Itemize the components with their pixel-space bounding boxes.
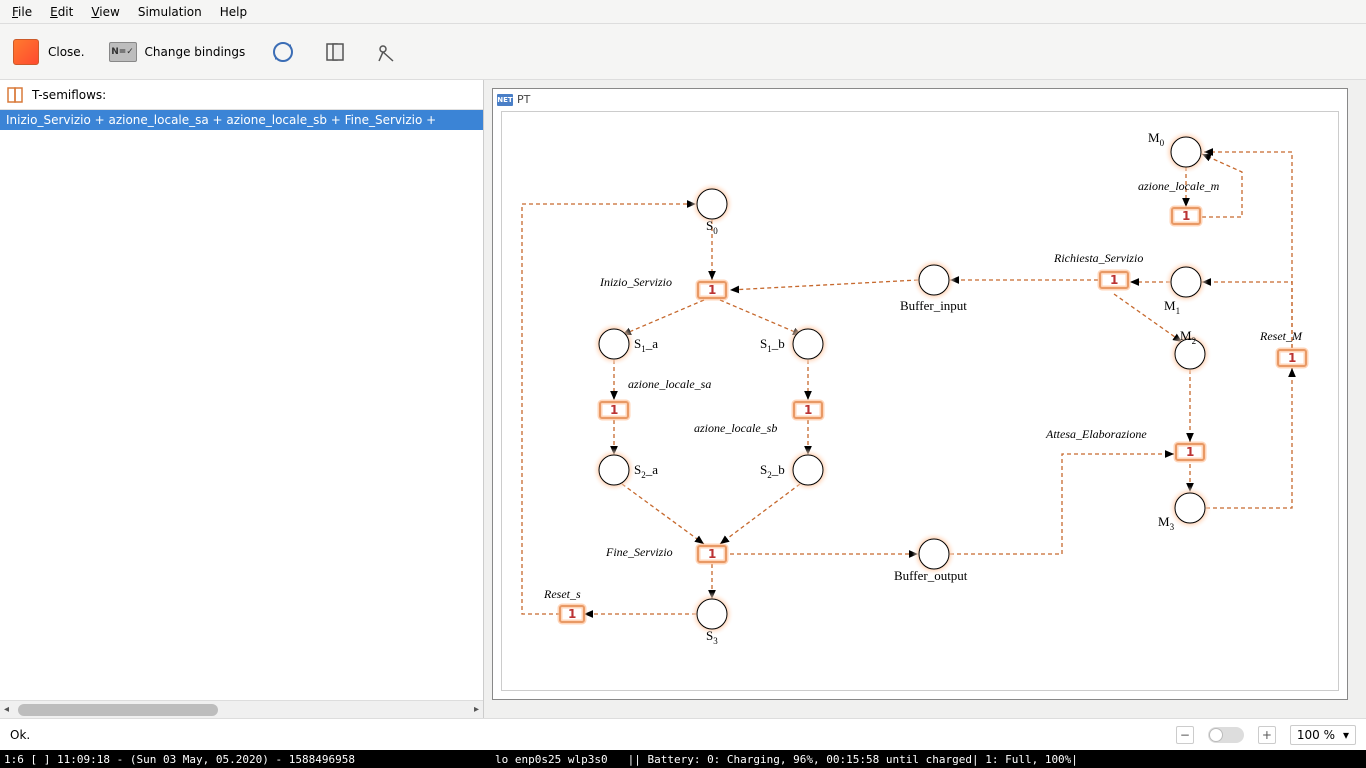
left-panel-title: T-semiflows:	[32, 88, 106, 102]
transition-resets: 1 Reset_s	[543, 587, 584, 622]
refresh-icon	[269, 38, 297, 66]
change-bindings-button[interactable]: N=✓ Change bindings	[109, 38, 246, 66]
place-M2: M2	[1168, 328, 1212, 376]
svg-text:Inizio_Servizio: Inizio_Servizio	[599, 275, 672, 289]
right-panel: NET PT	[484, 80, 1366, 718]
zoom-value: 100 %	[1297, 728, 1335, 742]
toolbar: Close. N=✓ Change bindings	[0, 24, 1366, 80]
menu-help[interactable]: Help	[212, 3, 255, 21]
bindings-label: Change bindings	[145, 45, 246, 59]
main-area: T-semiflows: Inizio_Servizio + azione_lo…	[0, 80, 1366, 718]
svg-text:Reset_s: Reset_s	[543, 587, 581, 601]
net-canvas[interactable]: S0 S1_a S1_b S2_a S2_b S3 Buffer_input B…	[501, 111, 1339, 691]
place-M1: M1	[1164, 260, 1208, 316]
transition-inizio: 1 Inizio_Servizio	[599, 275, 726, 298]
chevron-down-icon: ▾	[1343, 728, 1349, 742]
svg-text:Fine_Servizio: Fine_Servizio	[605, 545, 673, 559]
petri-net-svg: S0 S1_a S1_b S2_a S2_b S3 Buffer_input B…	[502, 112, 1322, 672]
svg-text:1: 1	[610, 403, 618, 417]
system-mid: lo enp0s25 wlp3s0	[495, 753, 608, 766]
status-text: Ok.	[10, 728, 30, 742]
place-S1a: S1_a	[592, 322, 658, 366]
system-right: || Battery: 0: Charging, 96%, 00:15:58 u…	[628, 753, 1078, 766]
compass-icon	[373, 38, 401, 66]
svg-text:M0: M0	[1148, 130, 1165, 148]
tool-refresh[interactable]	[269, 38, 297, 66]
menu-edit[interactable]: Edit	[42, 3, 81, 21]
svg-text:S1_b: S1_b	[760, 336, 785, 354]
left-panel-header: T-semiflows:	[0, 80, 483, 110]
transition-asa: 1 azione_locale_sa	[600, 377, 711, 418]
menu-file[interactable]: File	[4, 3, 40, 21]
scroll-thumb[interactable]	[18, 704, 218, 716]
svg-text:azione_locale_m: azione_locale_m	[1138, 179, 1220, 193]
svg-text:1: 1	[568, 607, 576, 621]
svg-text:1: 1	[1182, 209, 1190, 223]
menu-simulation[interactable]: Simulation	[130, 3, 210, 21]
place-S0: S0	[690, 182, 734, 236]
transition-asb: 1 azione_locale_sb	[694, 402, 822, 435]
svg-text:azione_locale_sb: azione_locale_sb	[694, 421, 777, 435]
transition-richiesta: 1 Richiesta_Servizio	[1053, 251, 1143, 288]
zoom-select[interactable]: 100 % ▾	[1290, 725, 1356, 745]
canvas-title-bar: NET PT	[497, 93, 530, 106]
scroll-left-icon[interactable]: ◂	[4, 704, 9, 715]
svg-text:S2_a: S2_a	[634, 462, 658, 480]
svg-text:Buffer_output: Buffer_output	[894, 568, 968, 583]
svg-text:1: 1	[708, 283, 716, 297]
close-icon	[13, 39, 39, 65]
semiflow-icon	[6, 85, 26, 105]
left-panel: T-semiflows: Inizio_Servizio + azione_lo…	[0, 80, 484, 718]
place-M0: M0	[1148, 130, 1208, 174]
place-S2a: S2_a	[592, 448, 658, 492]
svg-text:Attesa_Elaborazione: Attesa_Elaborazione	[1045, 427, 1147, 441]
menu-bar: File Edit View Simulation Help	[0, 0, 1366, 24]
transition-resetm: 1 Reset_M	[1259, 329, 1306, 366]
semiflow-list[interactable]: Inizio_Servizio + azione_locale_sa + azi…	[0, 110, 483, 700]
scroll-right-icon[interactable]: ▸	[474, 704, 479, 715]
svg-text:1: 1	[1110, 273, 1118, 287]
view-toggle[interactable]	[1208, 727, 1244, 743]
place-Buffer-input: Buffer_input	[900, 258, 967, 313]
place-S1b: S1_b	[760, 322, 830, 366]
svg-text:Reset_M: Reset_M	[1259, 329, 1303, 343]
menu-view[interactable]: View	[83, 3, 127, 21]
place-S3: S3	[690, 592, 734, 646]
semiflow-item-selected[interactable]: Inizio_Servizio + azione_locale_sa + azi…	[0, 110, 483, 130]
net-badge-icon: NET	[497, 94, 513, 106]
horizontal-scrollbar[interactable]: ◂ ▸	[0, 700, 483, 718]
zoom-out-button[interactable]: −	[1176, 726, 1194, 744]
system-left: 1:6 [ ] 11:09:18 - (Sun 03 May, 05.2020)…	[4, 753, 355, 766]
svg-text:S2_b: S2_b	[760, 462, 785, 480]
place-Buffer-output: Buffer_output	[894, 532, 968, 583]
transition-attesa: 1 Attesa_Elaborazione	[1045, 427, 1204, 460]
layers-icon	[321, 38, 349, 66]
svg-text:1: 1	[804, 403, 812, 417]
tool-layers[interactable]	[321, 38, 349, 66]
svg-text:azione_locale_sa: azione_locale_sa	[628, 377, 711, 391]
close-label: Close.	[48, 45, 85, 59]
system-bar: 1:6 [ ] 11:09:18 - (Sun 03 May, 05.2020)…	[0, 750, 1366, 768]
canvas-frame: NET PT	[492, 88, 1348, 700]
svg-text:Buffer_input: Buffer_input	[900, 298, 967, 313]
place-S2b: S2_b	[760, 448, 830, 492]
transition-am: 1 azione_locale_m	[1138, 179, 1220, 224]
zoom-in-button[interactable]: +	[1258, 726, 1276, 744]
net-title: PT	[517, 93, 530, 106]
bindings-icon: N=✓	[109, 42, 137, 62]
close-button[interactable]: Close.	[12, 38, 85, 66]
status-bar: Ok. − + 100 % ▾	[0, 718, 1366, 750]
place-M3: M3	[1158, 486, 1212, 532]
svg-text:1: 1	[1288, 351, 1296, 365]
svg-text:S1_a: S1_a	[634, 336, 658, 354]
svg-text:1: 1	[1186, 445, 1194, 459]
tool-ruler[interactable]	[373, 38, 401, 66]
svg-text:Richiesta_Servizio: Richiesta_Servizio	[1053, 251, 1143, 265]
transition-fine: 1 Fine_Servizio	[605, 545, 726, 562]
svg-text:1: 1	[708, 547, 716, 561]
